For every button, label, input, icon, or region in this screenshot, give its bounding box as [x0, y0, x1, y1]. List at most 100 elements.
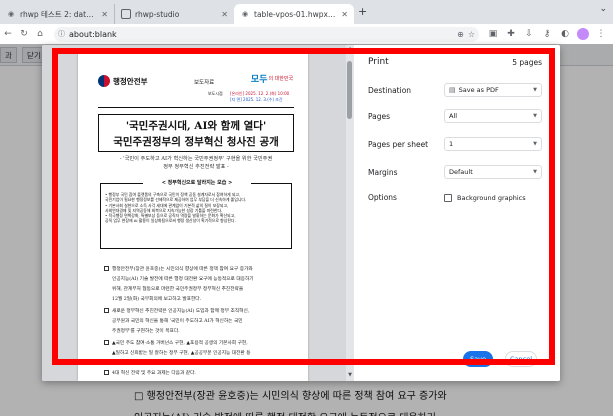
puzzle-icon[interactable]: ✚ [503, 26, 519, 42]
page-icon [121, 9, 131, 19]
para-line: 행정안전부(장관 윤호중)는 시민의식 향상에 따른 정책 참여 요구 증가와 [112, 267, 253, 272]
print-dialog: 행정안전부 보도자료 모두 의 대한민국 보도시점 [온라인] 2025. 12.… [42, 45, 560, 381]
scrollbar-thumb[interactable] [347, 61, 352, 119]
save-button[interactable]: Save [463, 351, 493, 367]
pages-per-sheet-row: Pages per sheet 1 ▼ [368, 137, 548, 151]
print-title: Print [368, 57, 389, 67]
para-line: ▲국민 주도 참여·소통 거버넌스 구현, ▲포용적 공생의 기본사회 구현, [112, 341, 248, 346]
summary-title: < 정부혁신으로 달라지는 모습 > [143, 179, 251, 186]
meta-value-online: [온라인] 2025. 12. 2.(화) 10:00 [230, 91, 290, 96]
margins-label: Margins [368, 167, 398, 177]
ministry-logo: 행정안전부 [98, 75, 148, 87]
print-preview: 행정안전부 보도자료 모두 의 대한민국 보도시점 [온라인] 2025. 12.… [42, 45, 354, 381]
browser-toolbar: ← ↻ ⌂ ⓘ about:blank ⊕ ☆ ▣ ✚ ⇩ ⚷ ◐ ⋮ [0, 24, 613, 44]
menu-icon[interactable]: ⋮ [593, 26, 609, 42]
download-icon[interactable]: ⇩ [521, 26, 537, 42]
destination-select[interactable]: ▤ Save as PDF ▼ [444, 83, 542, 97]
chevron-down-icon: ▼ [533, 141, 537, 147]
close-icon[interactable]: ✕ [221, 10, 228, 19]
para-line: 위해, 관계부처 협동으로 마련한 국민주권정부 정부혁신 추진전략을 [112, 287, 244, 292]
document-subtitle: - '국민이 주도하고 AI가 혁신하는 국민주권정부' 구현을 위한 국민주권… [106, 155, 286, 171]
background-graphics-checkbox[interactable] [444, 193, 452, 202]
tab-rhwp-studio[interactable]: rhwp-studio ✕ [114, 4, 234, 24]
scroll-down-icon[interactable]: ▼ [346, 371, 354, 379]
profile-avatar[interactable] [575, 26, 591, 42]
pages-select[interactable]: All ▼ [444, 109, 542, 123]
ministry-name: 행정안전부 [113, 76, 148, 86]
tab-label: table-vpos-01.hwpx — 인쇄 [254, 9, 338, 19]
close-icon[interactable]: ✕ [101, 10, 108, 19]
chevron-down-icon: ▼ [533, 87, 537, 93]
tab-label: rhwp-studio [135, 9, 180, 19]
margins-select[interactable]: Default ▼ [444, 165, 542, 179]
chevron-down-icon: ▼ [533, 113, 537, 119]
summary-box: < 정부혁신으로 달라지는 모습 > • 행정부 국민 참여 플랫폼의 구축으로… [100, 179, 292, 249]
translate-icon[interactable]: ◐ [557, 26, 573, 42]
url-text: about:blank [69, 29, 117, 39]
pdf-file-icon: ▤ [449, 86, 456, 94]
tab-print-active[interactable]: ◉ table-vpos-01.hwpx — 인쇄 ✕ [234, 4, 354, 24]
checkbox-bullet-icon [104, 369, 109, 375]
extensions-area: ▣ ✚ ⇩ ⚷ ◐ ⋮ [485, 26, 609, 42]
subtitle-line-1: - '국민이 주도하고 AI가 혁신하는 국민주권정부' 구현을 위한 국민주권 [119, 156, 273, 162]
para-line: 인공지능(AI) 기술 발전에 따른 행정 대전환 요구에 능동적으로 대응하기 [112, 277, 254, 282]
paragraph-1: 행정안전부(장관 윤호중)는 시민의식 향상에 따른 정책 참여 요구 증가와 … [104, 265, 292, 305]
back-button[interactable]: ← [0, 26, 16, 42]
slogan-logo: 모두 의 대한민국 [250, 71, 294, 85]
government-emblem-icon [98, 75, 110, 87]
pages-value: All [449, 112, 458, 120]
star-icon[interactable]: ☆ [468, 30, 475, 39]
globe-icon: ◉ [241, 10, 249, 18]
para-line: 주권정부'를 구현하는 것이 목표다. [112, 329, 180, 334]
title-line-1: '국민주권시대, AI와 함께 열다' [125, 120, 267, 132]
para-line: 4대 혁신 전략과 12개 세부 추진과제로 구성됐다. [112, 361, 210, 366]
margins-row: Margins Default ▼ [368, 165, 548, 179]
checkbox-bullet-icon [104, 339, 109, 345]
home-button[interactable]: ⌂ [32, 26, 48, 42]
chevron-down-icon: ▼ [533, 169, 537, 175]
scroll-up-icon[interactable]: ▲ [346, 45, 354, 53]
paragraph-3: ▲국민 주도 참여·소통 거버넌스 구현, ▲포용적 공생의 기본사회 구현, … [104, 339, 292, 369]
slogan-sub: 의 대한민국 [268, 75, 294, 82]
extension-icon[interactable]: ▣ [485, 26, 501, 42]
avatar [577, 28, 589, 40]
options-label: Options [368, 193, 397, 202]
destination-value: Save as PDF [458, 86, 499, 94]
zoom-icon[interactable]: ⊕ [457, 30, 464, 39]
pages-row: Pages All ▼ [368, 109, 548, 123]
release-timing: 보도시점 [온라인] 2025. 12. 2.(화) 10:00 [지 면] 20… [208, 91, 289, 103]
background-graphics-option[interactable]: Background graphics [444, 193, 526, 202]
options-row: Options Background graphics [368, 193, 548, 202]
site-info-icon[interactable]: ⓘ [58, 29, 65, 39]
checkbox-bullet-icon [104, 265, 109, 271]
destination-label: Destination [368, 85, 412, 95]
pages-per-sheet-value: 1 [449, 140, 454, 148]
pages-per-sheet-label: Pages per sheet [368, 139, 429, 149]
tab-rhwp-test[interactable]: ◉ rhwp 테스트 2: data-hwp-* 프 ✕ [0, 4, 114, 24]
para-line: 공무원과 국민의 혁신을 통해 '국민이 주도하고 AI가 혁신하는 국민 [112, 319, 243, 324]
para-line: ▲일하고 신뢰받는 일 잘하는 정부 구현, ▲공공부문 인공지능 대전환 등 [112, 351, 251, 356]
press-release-label: 보도자료 [194, 80, 215, 86]
margins-value: Default [449, 168, 473, 176]
tab-search-button[interactable]: ⌄ [599, 4, 607, 14]
para-line: 새로운 정부혁신 추진전략은 인공지능(AI) 도입과 함께 정부 조직혁신, [112, 309, 250, 314]
reload-button[interactable]: ↻ [16, 26, 32, 42]
address-bar[interactable]: ⓘ about:blank ⊕ ☆ [54, 26, 479, 42]
paragraph-2: 새로운 정부혁신 추진전략은 인공지능(AI) 도입과 함께 정부 조직혁신, … [104, 307, 292, 337]
slogan-main: 모두 [250, 74, 268, 85]
pages-per-sheet-select[interactable]: 1 ▼ [444, 137, 542, 151]
page-count: 5 pages [512, 58, 542, 67]
pages-label: Pages [368, 111, 391, 121]
print-settings-panel: Print 5 pages Destination ▤ Save as PDF … [354, 45, 560, 381]
key-icon[interactable]: ⚷ [539, 26, 555, 42]
close-icon[interactable]: ✕ [341, 10, 348, 19]
cancel-button[interactable]: Cancel [505, 351, 537, 367]
para-line: 12월 2일(화) 국무회의에 보고하고 발표한다. [112, 297, 202, 302]
summary-item: 공직 업무 현장에 AI 활용이 일상화됨으로써 행정 생산성이 획기적으로 향… [105, 218, 236, 224]
background-graphics-label: Background graphics [457, 193, 526, 202]
paragraph-4: 4대 혁신 전략 및 주요 과제는 다음과 같다. [104, 369, 292, 379]
tab-label: rhwp 테스트 2: data-hwp-* 프 [20, 9, 97, 19]
checkbox-bullet-icon [104, 307, 109, 313]
globe-icon: ◉ [7, 10, 15, 18]
new-tab-button[interactable]: + [358, 5, 367, 18]
